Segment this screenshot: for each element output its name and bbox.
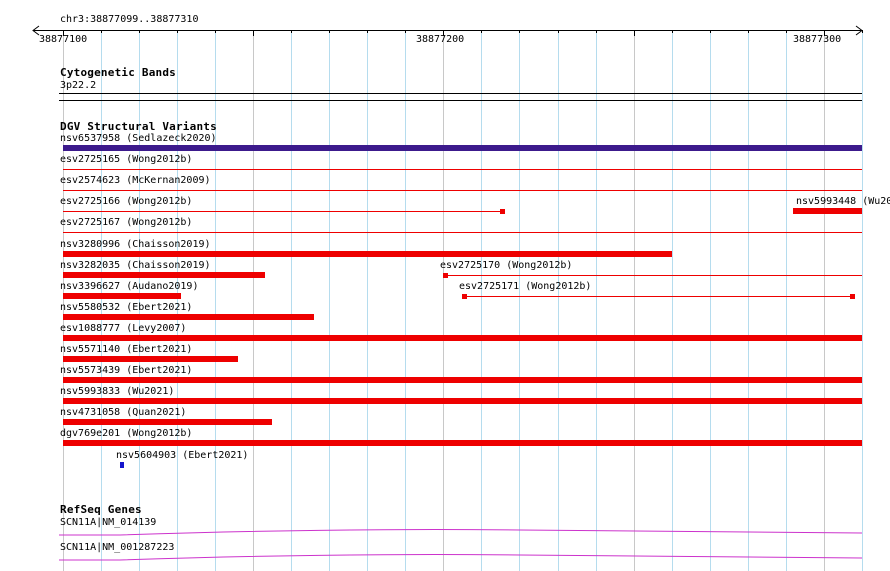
variant-label[interactable]: esv2725167 (Wong2012b) <box>60 217 192 229</box>
variant-bar <box>63 356 238 362</box>
variant-bar <box>63 314 314 320</box>
track-title-dgv[interactable]: DGV Structural Variants <box>60 121 217 133</box>
gene-intron-line <box>59 529 863 536</box>
variant-bar <box>63 251 672 257</box>
variant-bar <box>63 145 862 151</box>
variant-label[interactable]: nsv5573439 (Ebert2021) <box>60 365 192 377</box>
cytoband-label: 3p22.2 <box>60 80 97 91</box>
location-label: chr3:38877099..38877310 <box>60 14 199 25</box>
ruler-tick-label: 38877300 <box>793 34 842 45</box>
variant-endpoint <box>850 294 855 299</box>
variant-label[interactable]: nsv5604903 (Ebert2021) <box>116 450 248 462</box>
variant-bar <box>63 419 272 425</box>
gene-label[interactable]: SCN11A|NM_014139 <box>60 517 156 529</box>
variant-bar <box>63 272 265 278</box>
track-title-refseq[interactable]: RefSeq Genes <box>60 504 142 516</box>
variant-label[interactable]: dgv769e201 (Wong2012b) <box>60 428 192 440</box>
variant-label[interactable]: nsv4731058 (Quan2021) <box>60 407 186 419</box>
variant-label[interactable]: nsv3396627 (Audano2019) <box>60 281 198 293</box>
variant-label[interactable]: esv2725170 (Wong2012b) <box>440 260 572 272</box>
variant-bar <box>63 377 862 383</box>
variant-label[interactable]: esv2574623 (McKernan2009) <box>60 175 211 187</box>
variant-label[interactable]: esv1088777 (Levy2007) <box>60 323 186 335</box>
variant-label[interactable]: nsv5993448 (Wu2021) <box>796 196 890 208</box>
variant-bar <box>120 462 124 468</box>
ruler-tick-label: 38877100 <box>39 34 88 45</box>
variant-label[interactable]: esv2725171 (Wong2012b) <box>459 281 591 293</box>
variant-label[interactable]: nsv5571140 (Ebert2021) <box>60 344 192 356</box>
variant-bar <box>63 293 181 299</box>
variant-bar <box>63 335 862 341</box>
variant-label[interactable]: nsv6537958 (Sedlazeck2020) <box>60 133 217 145</box>
variant-endpoint <box>443 273 448 278</box>
variant-endpoint <box>462 294 467 299</box>
variant-label[interactable]: esv2725165 (Wong2012b) <box>60 154 192 166</box>
gene-label[interactable]: SCN11A|NM_001287223 <box>60 542 174 554</box>
variant-bar <box>63 398 862 404</box>
track-title-cytoband[interactable]: Cytogenetic Bands <box>60 67 176 79</box>
variant-label[interactable]: esv2725166 (Wong2012b) <box>60 196 192 208</box>
variant-bar <box>793 208 862 214</box>
variant-label[interactable]: nsv3282035 (Chaisson2019) <box>60 260 211 272</box>
variant-label[interactable]: nsv3280996 (Chaisson2019) <box>60 239 211 251</box>
variant-label[interactable]: nsv5580532 (Ebert2021) <box>60 302 192 314</box>
variant-label[interactable]: nsv5993833 (Wu2021) <box>60 386 174 398</box>
ruler-tick-label: 38877200 <box>416 34 465 45</box>
variant-endpoint <box>500 209 505 214</box>
variant-bar <box>63 440 862 446</box>
gene-intron-line <box>59 554 863 561</box>
